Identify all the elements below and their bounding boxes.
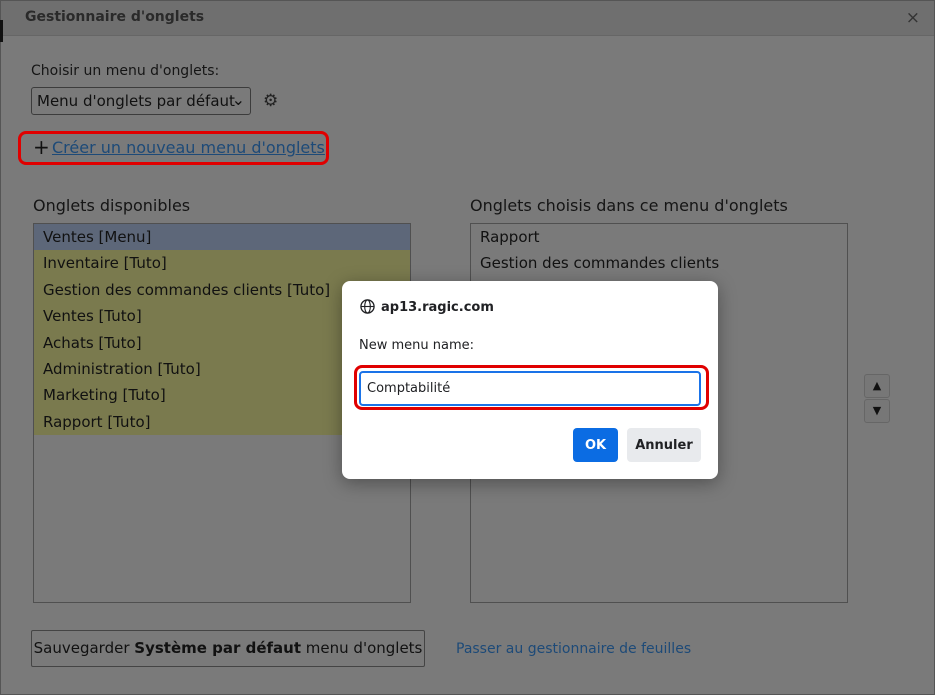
triangle-up-icon: ▲	[872, 379, 882, 392]
plus-icon: +	[33, 135, 50, 159]
globe-icon	[360, 299, 375, 314]
list-item[interactable]: Inventaire [Tuto]	[34, 250, 410, 277]
background-edge	[0, 20, 3, 42]
move-down-button[interactable]: ▼	[864, 399, 890, 423]
save-label-prefix: Sauvegarder	[33, 639, 135, 657]
menu-select-value: Menu d'onglets par défaut	[37, 92, 235, 110]
sheet-manager-link[interactable]: Passer au gestionnaire de feuilles	[456, 641, 691, 657]
save-label-menu-name: Système par défaut	[134, 639, 302, 657]
chevron-down-icon: ⌄	[231, 90, 245, 109]
cancel-button[interactable]: Annuler	[627, 428, 701, 462]
triangle-down-icon: ▼	[872, 404, 882, 417]
ok-button[interactable]: OK	[573, 428, 618, 462]
prompt-message: New menu name:	[359, 338, 475, 353]
close-icon[interactable]: ×	[906, 8, 920, 28]
list-item[interactable]: Ventes [Menu]	[34, 224, 410, 251]
menu-select[interactable]: Menu d'onglets par défaut ⌄	[31, 87, 251, 115]
list-item[interactable]: Rapport	[471, 224, 847, 250]
available-tabs-header: Onglets disponibles	[33, 196, 191, 215]
create-menu-link[interactable]: Créer un nouveau menu d'onglets	[52, 138, 325, 157]
dialog-title: Gestionnaire d'onglets	[25, 9, 205, 25]
prompt-origin: ap13.ragic.com	[381, 300, 494, 315]
browser-prompt-dialog: ap13.ragic.com New menu name: OK Annuler	[342, 281, 718, 479]
dialog-titlebar: Gestionnaire d'onglets ×	[1, 1, 934, 36]
move-up-button[interactable]: ▲	[864, 374, 890, 398]
menu-select-label: Choisir un menu d'onglets:	[31, 63, 220, 79]
list-item[interactable]: Gestion des commandes clients	[471, 250, 847, 276]
chosen-tabs-header: Onglets choisis dans ce menu d'onglets	[470, 196, 788, 215]
menu-name-input[interactable]	[359, 371, 701, 406]
gear-icon[interactable]: ⚙	[263, 91, 278, 111]
save-label-suffix: menu d'onglets	[301, 639, 423, 657]
save-menu-button[interactable]: Sauvegarder Système par défaut menu d'on…	[31, 630, 425, 667]
